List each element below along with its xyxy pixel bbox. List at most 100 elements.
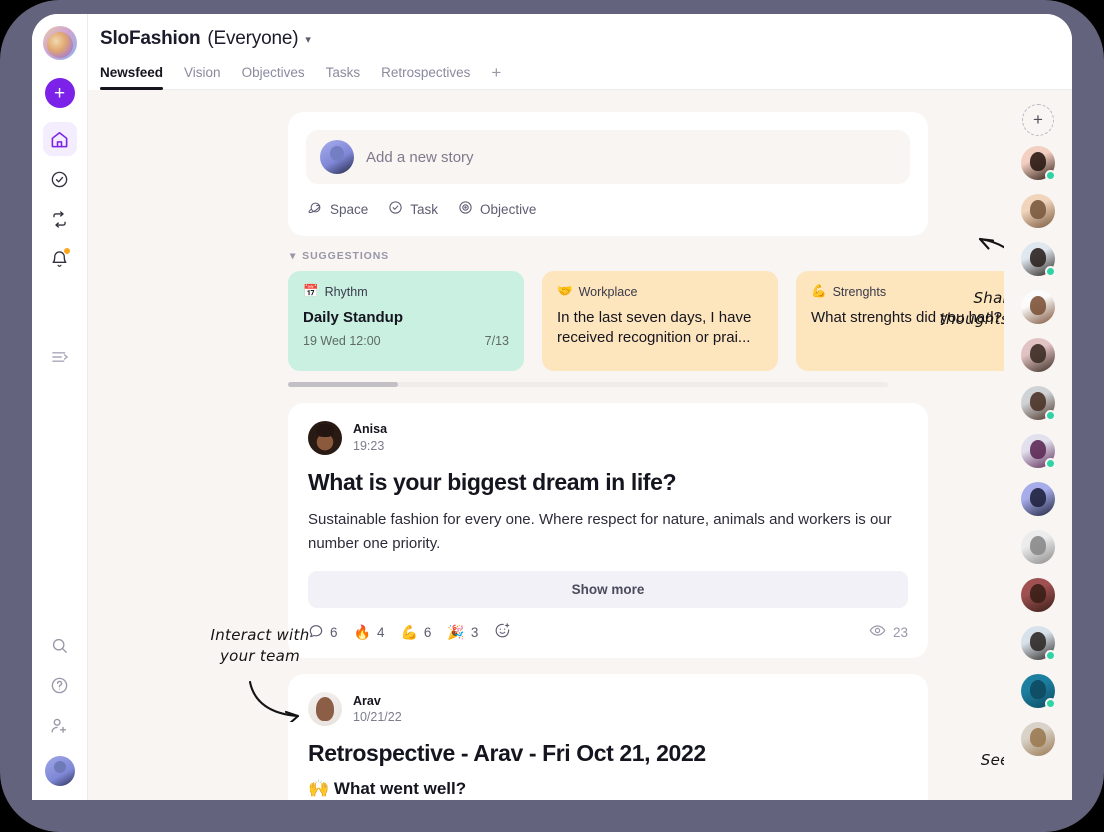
post-title: What is your biggest dream in life? — [308, 469, 677, 495]
suggestion-progress: 7/13 — [484, 333, 509, 348]
sidebar-item-notifications[interactable] — [43, 242, 77, 276]
member-avatar[interactable] — [1021, 674, 1056, 709]
story-composer: Add a new story Space Task Objective — [288, 112, 928, 236]
comment-count-value: 6 — [330, 624, 338, 640]
composer-space-label: Space — [330, 201, 369, 217]
reaction-muscle[interactable]: 💪 6 — [400, 624, 431, 641]
suggestion-category-label: Strenghts — [832, 284, 887, 299]
expand-menu-icon — [50, 347, 70, 367]
member-avatar[interactable] — [1021, 338, 1055, 372]
member-avatar[interactable] — [1021, 146, 1056, 181]
comment-icon — [308, 623, 324, 642]
home-icon — [50, 130, 69, 149]
suggestions-label: SUGGESTIONS — [302, 250, 390, 262]
post-subheading: 🙌 What went well? — [308, 779, 908, 799]
eye-icon — [869, 622, 886, 642]
composer-objective-label: Objective — [480, 201, 537, 217]
avatar — [1021, 290, 1055, 324]
suggestion-category: 🤝 Workplace — [557, 284, 763, 299]
view-count: 23 — [869, 622, 908, 642]
workspace-avatar[interactable] — [42, 26, 77, 60]
member-avatar[interactable] — [1021, 386, 1056, 421]
member-avatar[interactable] — [1021, 722, 1055, 756]
reaction-muscle-count: 6 — [423, 624, 432, 640]
suggestion-card-strengths[interactable]: 💪 Strenghts What strenghts did you had? — [796, 271, 1004, 371]
show-more-button[interactable]: Show more — [308, 571, 908, 609]
avatar[interactable] — [308, 692, 342, 727]
member-avatar[interactable] — [1021, 242, 1056, 277]
suggestion-card-list: 📅 Rhythm Daily Standup 19 Wed 12:00 7/13 — [288, 271, 1004, 371]
tab-vision[interactable]: Vision — [184, 65, 221, 89]
sidebar-item-tasks[interactable] — [43, 162, 77, 196]
tab-retrospectives[interactable]: Retrospectives — [381, 65, 470, 89]
top-bar: SloFashion (Everyone) ▾ Newsfeed Vision … — [88, 14, 1072, 90]
add-tab-button[interactable]: + — [491, 63, 501, 89]
member-avatar[interactable] — [1021, 578, 1055, 612]
create-button[interactable]: + — [44, 78, 75, 108]
workspace-name: SloFashion — [100, 28, 201, 49]
member-avatar[interactable] — [1021, 194, 1055, 228]
online-status-dot — [1045, 458, 1056, 469]
sidebar-item-invite[interactable] — [43, 708, 77, 742]
desktop-frame: + SloFashion (Everyone) ▾ Newsfeed Visio… — [0, 0, 1104, 832]
post-timestamp: 10/21/22 — [353, 710, 402, 725]
post-author: Anisa — [353, 422, 388, 437]
composer-objective-button[interactable]: Objective — [458, 200, 536, 218]
suggestion-card-rhythm[interactable]: 📅 Rhythm Daily Standup 19 Wed 12:00 7/13 — [288, 271, 524, 371]
sidebar-item-home[interactable] — [42, 122, 77, 156]
annotation-updates-line1: See the latest — [980, 751, 1004, 769]
online-status-dot — [1045, 698, 1056, 709]
avatar[interactable] — [308, 421, 342, 455]
tab-objectives[interactable]: Objectives — [242, 65, 305, 89]
suggestions-header[interactable]: ▾ SUGGESTIONS — [288, 250, 928, 262]
sidebar-item-expand-menu[interactable] — [43, 340, 77, 374]
check-circle-icon — [388, 200, 403, 218]
suggestion-text: What strenghts did you had? — [811, 309, 1002, 326]
notification-badge — [62, 247, 71, 255]
tab-tasks[interactable]: Tasks — [326, 65, 361, 89]
composer-space-button[interactable]: Space — [308, 200, 368, 218]
reaction-party[interactable]: 🎉 3 — [447, 624, 478, 641]
reaction-fire[interactable]: 🔥 4 — [354, 624, 385, 641]
suggestion-category: 📅 Rhythm — [303, 284, 509, 299]
member-avatar[interactable] — [1021, 290, 1055, 324]
tab-bar: Newsfeed Vision Objectives Tasks Retrosp… — [100, 63, 1072, 90]
sidebar-item-search[interactable] — [43, 628, 77, 662]
composer-actions: Space Task Objective — [306, 200, 910, 218]
reaction-party-count: 3 — [470, 624, 479, 640]
planet-icon — [308, 200, 323, 218]
suggestion-text: In the last seven days, I have received … — [557, 309, 752, 346]
composer-placeholder: Add a new story — [366, 148, 474, 166]
composer-task-button[interactable]: Task — [388, 200, 438, 218]
chevron-down-icon[interactable]: ▾ — [305, 33, 311, 46]
member-avatar[interactable] — [1021, 482, 1055, 516]
workspace-title[interactable]: SloFashion (Everyone) ▾ — [100, 28, 1072, 50]
avatar — [1021, 338, 1055, 372]
suggestion-card-workplace[interactable]: 🤝 Workplace In the last seven days, I ha… — [542, 271, 778, 371]
add-member-button[interactable]: + — [1022, 104, 1054, 136]
suggestion-meta: 19 Wed 12:00 7/13 — [303, 334, 509, 348]
right-rail: + — [1004, 90, 1072, 800]
suggestions-scrollbar[interactable] — [288, 382, 888, 387]
member-avatar[interactable] — [1021, 530, 1055, 564]
add-reaction-button[interactable] — [494, 622, 511, 642]
scrollbar-thumb[interactable] — [288, 382, 398, 387]
avatar — [1021, 530, 1055, 564]
member-avatar[interactable] — [1021, 434, 1056, 469]
member-avatar[interactable] — [1021, 626, 1056, 661]
fire-emoji: 🔥 — [353, 623, 371, 640]
sidebar-item-sync[interactable] — [43, 202, 77, 236]
profile-avatar[interactable] — [44, 756, 75, 786]
post-card: Arav 10/21/22 Retrospective - Arav - Fri… — [288, 674, 928, 800]
handshake-emoji: 🤝 — [557, 284, 573, 298]
content-area: Add a new story Space Task Objective ▾ S… — [88, 90, 1072, 800]
composer-task-label: Task — [410, 201, 439, 217]
sidebar-item-help[interactable] — [43, 668, 77, 702]
view-count-value: 23 — [892, 624, 908, 640]
tab-newsfeed[interactable]: Newsfeed — [100, 65, 164, 90]
party-emoji: 🎉 — [447, 623, 465, 640]
avatar — [320, 140, 354, 174]
new-story-input[interactable]: Add a new story — [306, 130, 910, 184]
post-body: Sustainable fashion for every one. Where… — [308, 511, 892, 552]
comment-count[interactable]: 6 — [308, 623, 338, 642]
